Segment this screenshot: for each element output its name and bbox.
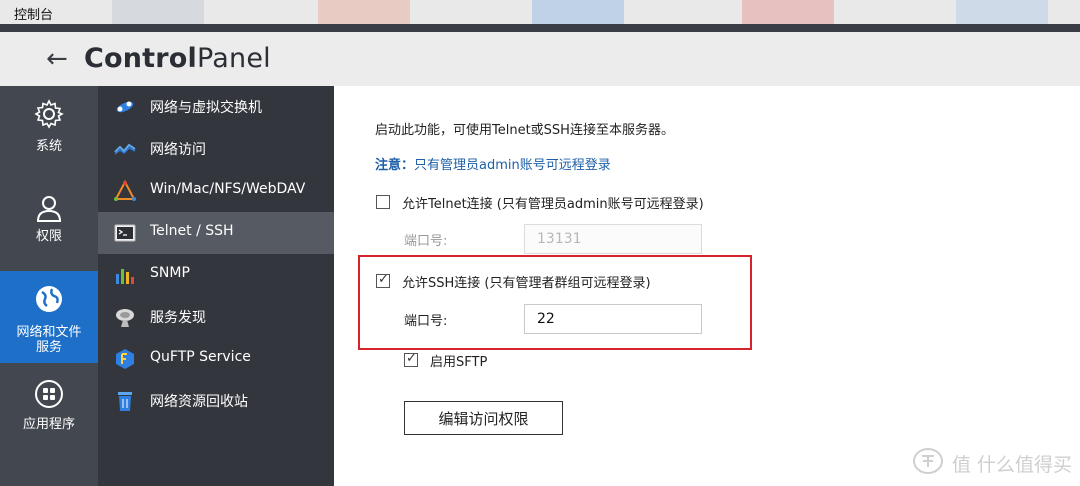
ssh-checkbox[interactable]: [376, 272, 390, 288]
subnav-item-network-recycle-bin[interactable]: 网络资源回收站: [98, 380, 334, 422]
highlight-box: [358, 255, 752, 350]
background-app-thumbnail: [112, 0, 204, 24]
ssh-port-input[interactable]: [524, 304, 702, 334]
subnav-item-label: 网络资源回收站: [150, 394, 248, 410]
background-app-thumbnail: [956, 0, 1048, 24]
watermark: 值 什么值得买: [912, 446, 1072, 476]
subnav-item-label: Win/Mac/NFS/WebDAV: [150, 181, 306, 197]
window-titlebar: 控制台: [0, 0, 1080, 24]
sidebar-item-label: 网络和文件: [16, 325, 82, 340]
ssh-checkbox-label: 允许SSH连接 (只有管理者群组可远程登录): [402, 276, 651, 291]
subnav-item-label: QuFTP Service: [150, 349, 251, 365]
subnav-item-quftp[interactable]: QuFTP Service: [98, 338, 334, 380]
subnav-item-telnet-ssh[interactable]: Telnet / SSH: [98, 212, 334, 254]
background-app-thumbnail: [318, 0, 410, 24]
window-divider: [0, 24, 1080, 32]
terminal-icon: [114, 224, 136, 242]
subnav-item-label: Telnet / SSH: [150, 223, 234, 239]
ftp-icon: [116, 349, 134, 369]
subnav-item-label: 服务发现: [150, 310, 206, 326]
sidebar-item-network-file-services[interactable]: 网络和文件 服务: [0, 271, 98, 363]
subnav-item-snmp[interactable]: SNMP: [98, 254, 334, 296]
sidebar-item-label: 权限: [35, 229, 62, 244]
network-switch-icon: [116, 101, 134, 113]
app-header: ← ControlPanel: [0, 32, 1080, 86]
window-title: 控制台: [14, 8, 54, 23]
back-arrow-icon[interactable]: ←: [46, 44, 68, 74]
sidebar-item-applications[interactable]: 应用程序: [0, 372, 98, 462]
watermark-text: 值 什么值得买: [952, 454, 1073, 476]
user-icon: [36, 196, 62, 222]
telnet-port-input[interactable]: [524, 224, 702, 254]
subnav-item-network-access[interactable]: 网络访问: [98, 128, 334, 170]
background-app-thumbnail: [532, 0, 624, 24]
apps-grid-icon: [35, 380, 63, 408]
feature-description: 启动此功能，可使用Telnet或SSH连接至本服务器。: [375, 123, 674, 138]
subnav-item-label: SNMP: [150, 265, 190, 281]
subnav-item-label: 网络与虚拟交换机: [150, 100, 262, 116]
sidebar-item-system[interactable]: 系统: [0, 86, 98, 176]
globe-icon: [36, 286, 62, 312]
edit-access-permissions-button[interactable]: 编辑访问权限: [404, 401, 563, 435]
telnet-checkbox-label: 允许Telnet连接 (只有管理员admin账号可远程登录): [402, 197, 704, 212]
primary-sidebar: 系统 权限 网络和文件 服务 应用程序: [0, 86, 98, 486]
app-title: ControlPanel: [84, 43, 271, 74]
sidebar-item-permissions[interactable]: 权限: [0, 182, 98, 272]
admin-note: 注意：只有管理员admin账号可远程登录: [375, 158, 611, 173]
sidebar-item-label: 应用程序: [22, 417, 75, 432]
sftp-checkbox-label: 启用SFTP: [430, 355, 488, 370]
bar-chart-icon: [116, 269, 134, 284]
sidebar-item-label: 系统: [35, 139, 62, 154]
watermark-logo-icon: [913, 448, 943, 474]
network-access-icon: [114, 143, 136, 155]
telnet-port-label: 端口号:: [404, 234, 448, 249]
background-app-thumbnail: [742, 0, 834, 24]
satellite-dish-icon: [116, 309, 134, 327]
subnav-item-file-sharing[interactable]: Win/Mac/NFS/WebDAV: [98, 170, 334, 212]
subnav-item-network-virtual-switch[interactable]: 网络与虚拟交换机: [98, 86, 334, 128]
secondary-sidebar: 网络与虚拟交换机 网络访问 Win/Mac/NFS/WebDAV Telnet …: [98, 86, 334, 486]
ssh-port-label: 端口号:: [404, 314, 448, 329]
gear-icon: [34, 99, 64, 129]
settings-panel: 启动此功能，可使用Telnet或SSH连接至本服务器。 注意：只有管理员admi…: [334, 86, 1080, 486]
sftp-checkbox[interactable]: [404, 351, 418, 367]
subnav-item-service-discovery[interactable]: 服务发现: [98, 296, 334, 338]
subnav-item-label: 网络访问: [150, 142, 206, 158]
telnet-checkbox[interactable]: [376, 195, 390, 209]
file-sharing-icon: [114, 180, 136, 201]
sidebar-item-label: 服务: [35, 340, 62, 355]
recycle-bin-icon: [118, 392, 132, 411]
